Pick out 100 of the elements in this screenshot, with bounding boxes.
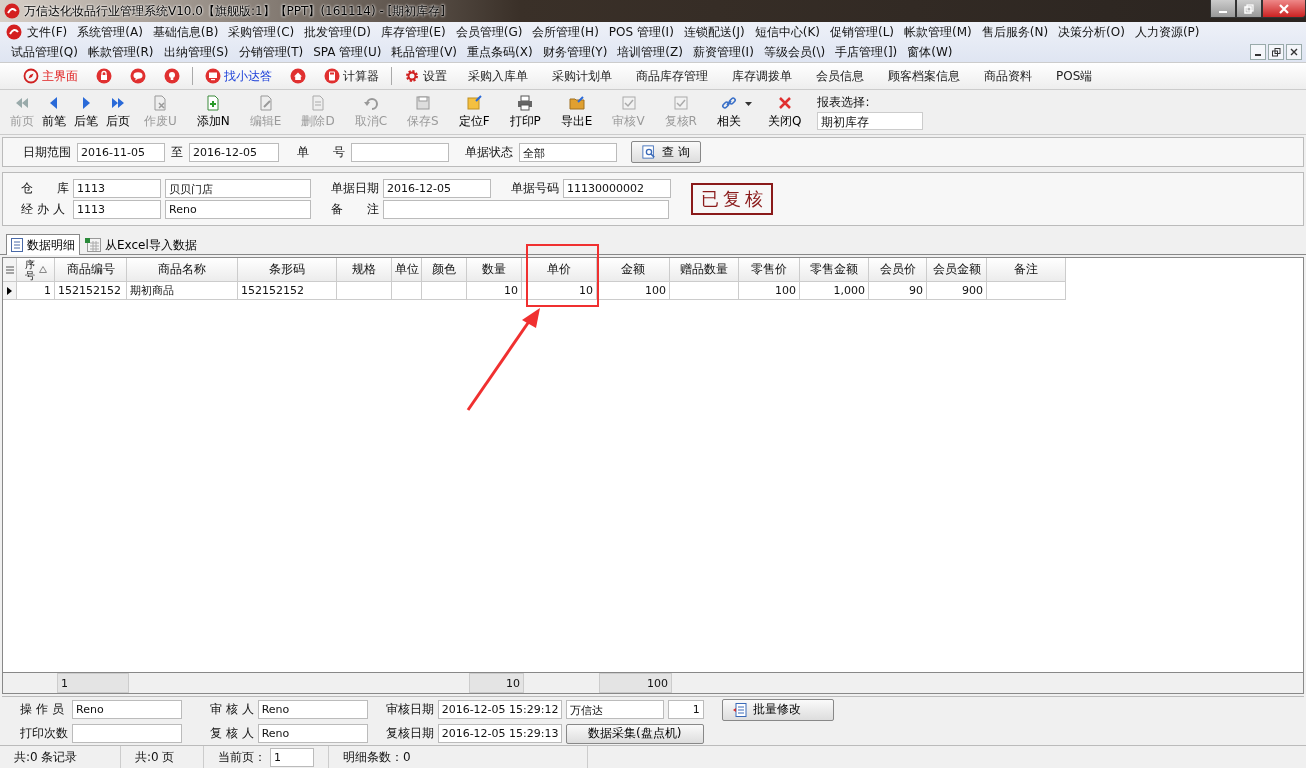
menu-item[interactable]: 短信中心(K)	[749, 22, 825, 42]
menu-item[interactable]: 出纳管理(S)	[158, 42, 234, 62]
menu-item[interactable]: 帐款管理(R)	[82, 42, 159, 62]
shortcut-button[interactable]: 设置	[395, 65, 456, 87]
column-header[interactable]: 数量	[467, 258, 522, 282]
shortcut-button[interactable]: 计算器	[315, 65, 388, 87]
text-field[interactable]	[351, 142, 449, 162]
shortcut-button[interactable]: 会员信息	[804, 65, 876, 87]
text-field[interactable]: 2016-12-05	[189, 142, 279, 162]
toolbar-button[interactable]: 打印P	[505, 94, 545, 130]
minimize-button[interactable]	[1210, 0, 1236, 18]
menu-item[interactable]: 帐款管理(M)	[899, 22, 977, 42]
menu-item[interactable]: 重点条码(X)	[462, 42, 538, 62]
text-field[interactable]: 贝贝门店	[165, 179, 311, 198]
column-header[interactable]: 条形码	[238, 258, 337, 282]
shortcut-button[interactable]: 主界面	[14, 65, 87, 87]
text-field[interactable]: Reno	[257, 700, 368, 719]
text-field[interactable]: 1113	[73, 200, 161, 219]
shortcut-button[interactable]: 商品库存管理	[624, 65, 720, 87]
sort-icon[interactable]	[38, 266, 47, 273]
menu-item[interactable]: 手店管理(])	[830, 42, 903, 62]
shortcut-button[interactable]: 找小达答	[196, 65, 281, 87]
text-field[interactable]: 2016-12-05 15:29:12	[437, 700, 562, 719]
menu-item[interactable]: 促销管理(L)	[825, 22, 900, 42]
column-header[interactable]: 零售价	[739, 258, 800, 282]
shortcut-button[interactable]: 商品资料	[972, 65, 1044, 87]
column-header[interactable]: 商品名称	[127, 258, 238, 282]
toolbar-button[interactable]: 后页	[102, 94, 134, 130]
column-header[interactable]: 赠品数量	[670, 258, 739, 282]
tab[interactable]: 从Excel导入数据	[80, 235, 202, 254]
query-button[interactable]: 查 询	[631, 141, 701, 163]
menu-item[interactable]: 等级会员(\)	[758, 42, 831, 62]
shortcut-button[interactable]: 采购计划单	[540, 65, 624, 87]
caret-icon[interactable]	[744, 102, 752, 106]
text-field[interactable]: Reno	[257, 724, 368, 743]
text-field[interactable]: 1113	[73, 179, 161, 198]
text-field[interactable]: 2016-12-05 15:29:13	[437, 724, 562, 743]
column-header[interactable]: 会员价	[869, 258, 927, 282]
text-field[interactable]: 2016-12-05	[383, 179, 491, 198]
toolbar-button[interactable]: 相关	[712, 94, 745, 130]
text-field[interactable]: 全部	[519, 142, 617, 162]
menu-item[interactable]: 采购管理(C)	[223, 22, 300, 42]
column-header[interactable]: 颜色	[422, 258, 467, 282]
minimize-button[interactable]	[1250, 44, 1266, 60]
toolbar-button[interactable]: 关闭Q	[763, 94, 806, 130]
text-field[interactable]	[383, 200, 669, 219]
toolbar-button[interactable]: 添加N	[192, 94, 234, 130]
menu-item[interactable]: 售后服务(N)	[976, 22, 1054, 42]
page-field[interactable]: 1	[270, 747, 314, 767]
column-header[interactable]: 规格	[337, 258, 392, 282]
column-header[interactable]: 单价	[522, 258, 597, 282]
menu-item[interactable]: 连锁配送(J)	[678, 22, 750, 42]
text-field[interactable]: 2016-11-05	[77, 142, 165, 162]
column-header[interactable]: 商品编号	[55, 258, 127, 282]
text-field[interactable]: 万信达	[565, 700, 664, 719]
menu-item[interactable]: 文件(F)	[22, 22, 73, 42]
text-field[interactable]: 11130000002	[563, 179, 671, 198]
column-header[interactable]: 序号	[17, 258, 55, 282]
text-field[interactable]: 1	[667, 700, 704, 719]
column-header[interactable]: 金额	[597, 258, 670, 282]
menu-item[interactable]: 系统管理(A)	[72, 22, 148, 42]
data-collect-button[interactable]: 数据采集(盘点机)	[565, 723, 704, 744]
menu-item[interactable]: 耗品管理(V)	[386, 42, 463, 62]
menu-item[interactable]: 决策分析(O)	[1053, 22, 1130, 42]
shortcut-button[interactable]: 库存调拨单	[720, 65, 804, 87]
shortcut-button[interactable]: POS端	[1044, 65, 1105, 87]
shortcut-button[interactable]: 采购入库单	[456, 65, 540, 87]
menu-item[interactable]: SPA 管理(U)	[308, 42, 387, 62]
toolbar-button[interactable]: 后笔	[70, 94, 102, 130]
close-button[interactable]	[1262, 0, 1306, 18]
tab[interactable]: 数据明细	[6, 234, 80, 255]
menu-item[interactable]: 财务管理(Y)	[537, 42, 613, 62]
report-select-field[interactable]: 期初库存	[817, 112, 924, 130]
toolbar-button[interactable]: 前笔	[38, 94, 70, 130]
shortcut-button[interactable]: 顾客档案信息	[876, 65, 972, 87]
column-header[interactable]: 备注	[987, 258, 1066, 282]
column-header[interactable]: 单位	[392, 258, 422, 282]
text-field[interactable]	[72, 724, 182, 743]
menu-item[interactable]: 分销管理(T)	[233, 42, 309, 62]
menu-item[interactable]: 培训管理(Z)	[612, 42, 688, 62]
restore-button[interactable]	[1236, 0, 1262, 18]
restore-button[interactable]	[1268, 44, 1284, 60]
menu-item[interactable]: 试品管理(Q)	[6, 42, 83, 62]
text-field[interactable]: Reno	[72, 700, 182, 719]
menu-item[interactable]: 窗体(W)	[902, 42, 958, 62]
menu-item[interactable]: 库存管理(E)	[375, 22, 451, 42]
menu-item[interactable]: POS 管理(I)	[603, 22, 679, 42]
menu-item[interactable]: 人力资源(P)	[1129, 22, 1205, 42]
column-header[interactable]: 零售金额	[800, 258, 869, 282]
text-field[interactable]: Reno	[165, 200, 311, 219]
toolbar-button[interactable]: 定位F	[454, 94, 494, 130]
close-button[interactable]	[1286, 44, 1302, 60]
toolbar-button[interactable]: 导出E	[556, 94, 597, 130]
menu-item[interactable]: 会所管理(H)	[527, 22, 604, 42]
menu-item[interactable]: 薪资管理(I)	[687, 42, 759, 62]
menu-item[interactable]: 批发管理(D)	[299, 22, 376, 42]
menu-item[interactable]: 基础信息(B)	[147, 22, 224, 42]
batch-edit-button[interactable]: 批量修改	[721, 698, 834, 721]
column-header[interactable]: 会员金额	[927, 258, 987, 282]
menu-item[interactable]: 会员管理(G)	[450, 22, 528, 42]
